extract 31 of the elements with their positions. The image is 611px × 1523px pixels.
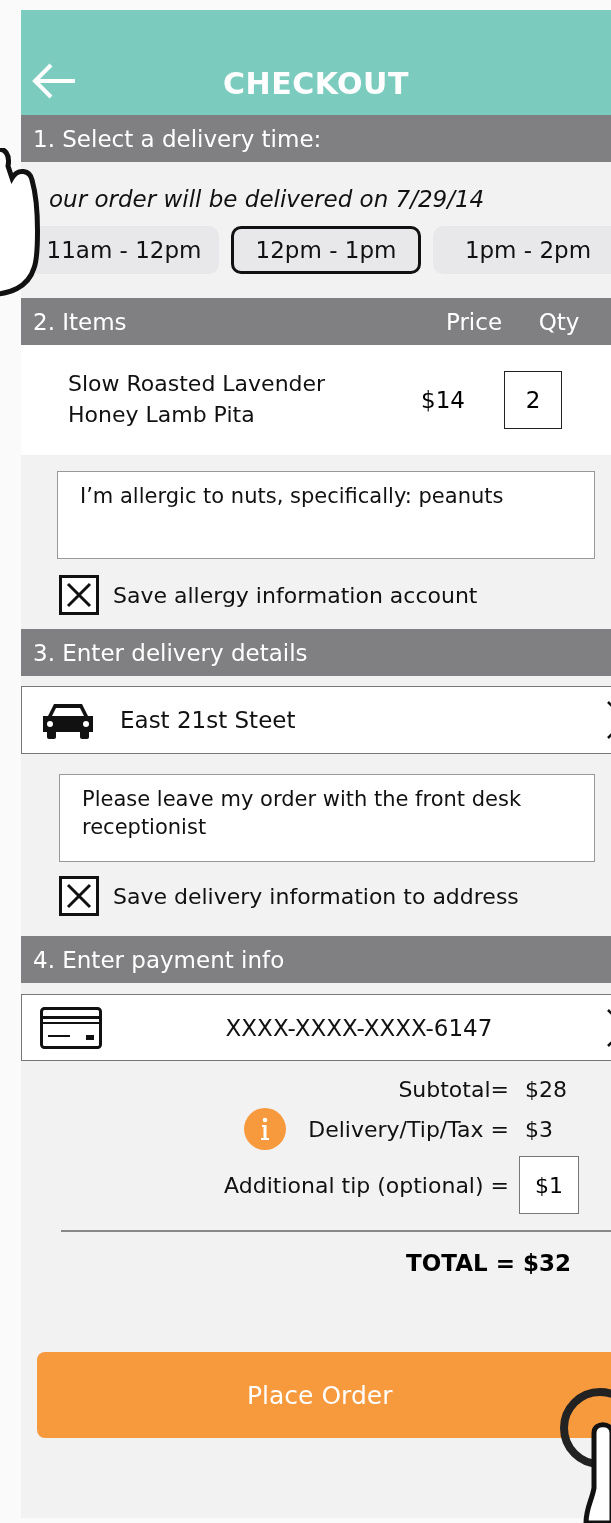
checkbox-label: Save delivery information to address [113,883,519,909]
time-slot[interactable]: 12pm - 1pm [231,226,421,274]
delivery-note-field[interactable]: Please leave my order with the front desk receptionist [59,774,595,862]
checkbox[interactable] [59,575,99,615]
address-text: East 21st Steet [120,707,297,733]
column-header: Price [444,308,504,335]
section-header: 4. Enter payment info [21,936,611,983]
page-title: CHECKOUT [222,66,410,101]
checkbox-label: Save allergy information account [113,582,478,608]
payment-card-row[interactable]: XXXX-XXXX-XXXX-6147 [21,994,611,1061]
section-title: 2. Items [33,308,128,335]
column-header: Qty [537,308,581,335]
total-value: $28 [524,1077,568,1102]
section-header: 1. Select a delivery time: [21,115,611,162]
section-header: 3. Enter delivery details [21,629,611,676]
item-price: $14 [420,387,466,413]
credit-card-icon [40,1006,102,1049]
item-name: Slow Roasted Lavender Honey Lamb Pita [68,370,327,429]
total-label: Additional tip (optional) = [224,1172,509,1198]
allergy-field[interactable]: I’m allergic to nuts, specifically: peanuts [57,471,595,559]
tip-field[interactable]: $1 [519,1156,579,1214]
total-value: $3 [524,1116,554,1142]
order-total: TOTAL = $32 [405,1249,572,1276]
card-number: XXXX-XXXX-XXXX-6147 [224,1014,494,1041]
checkbox[interactable] [59,876,99,916]
address-row[interactable]: East 21st Steet [21,686,611,754]
total-label: Subtotal= [398,1077,509,1102]
delivery-date-note: our order will be delivered on 7/29/14 [48,185,486,212]
quantity-field[interactable]: 2 [504,371,562,429]
total-label: Delivery/Tip/Tax = [308,1116,509,1142]
time-slot[interactable]: 1pm - 2pm [433,226,611,274]
